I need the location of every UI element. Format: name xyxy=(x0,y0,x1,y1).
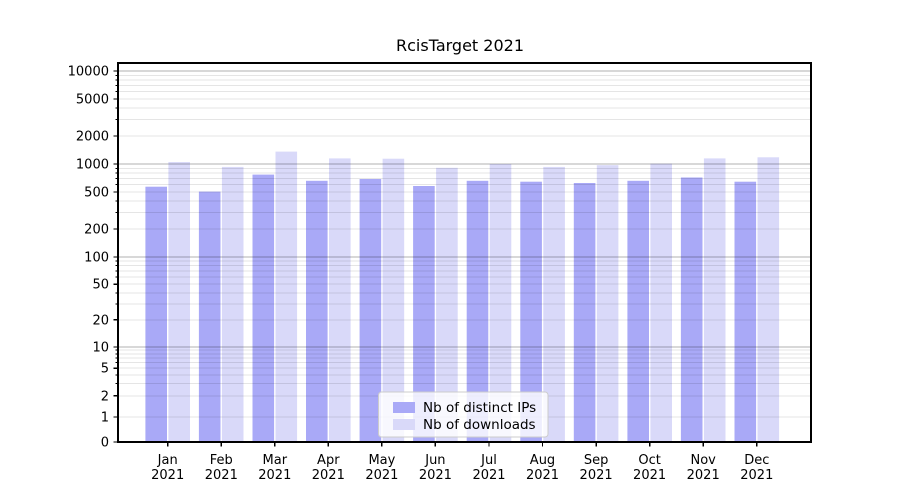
x-tick-label-year: 2021 xyxy=(312,468,345,483)
bar-chart-svg: 012510205010020050010002000500010000Jan2… xyxy=(0,0,900,500)
y-tick-label: 200 xyxy=(84,223,109,238)
x-tick-label-month: Oct xyxy=(638,453,660,468)
y-tick-label: 1000 xyxy=(76,158,109,173)
x-tick-label-year: 2021 xyxy=(633,468,666,483)
bar-downloads xyxy=(650,164,672,442)
y-tick-label: 50 xyxy=(92,278,109,293)
x-tick-label-year: 2021 xyxy=(419,468,452,483)
legend: Nb of distinct IPsNb of downloads xyxy=(379,392,549,437)
x-tick-label-month: Nov xyxy=(691,453,717,468)
x-tick-label-month: Mar xyxy=(263,453,288,468)
bar-downloads xyxy=(597,165,619,442)
x-tick-label-year: 2021 xyxy=(740,468,773,483)
x-tick-label-month: Jun xyxy=(424,453,445,468)
x-tick-label-month: Sep xyxy=(584,453,609,468)
bar-distinct-ips xyxy=(253,175,275,442)
x-tick-label-month: Dec xyxy=(744,453,769,468)
x-tick-label-month: May xyxy=(368,453,395,468)
y-tick-label: 2 xyxy=(101,389,109,404)
x-tick-label-month: Apr xyxy=(317,453,340,468)
y-tick-label: 5 xyxy=(101,362,109,377)
y-tick-label: 5000 xyxy=(76,93,109,108)
bar-distinct-ips xyxy=(627,181,649,442)
x-tick-label-year: 2021 xyxy=(258,468,291,483)
y-tick-label: 10000 xyxy=(68,65,109,80)
x-tick-label-year: 2021 xyxy=(580,468,613,483)
y-tick-label: 500 xyxy=(84,186,109,201)
chart-figure: 012510205010020050010002000500010000Jan2… xyxy=(0,0,900,500)
bar-distinct-ips xyxy=(681,178,703,443)
x-tick-label-year: 2021 xyxy=(205,468,238,483)
x-tick-label-year: 2021 xyxy=(687,468,720,483)
x-tick-label-month: Jan xyxy=(157,453,178,468)
x-tick-label-year: 2021 xyxy=(472,468,505,483)
x-tick-label-year: 2021 xyxy=(151,468,184,483)
y-tick-label: 0 xyxy=(101,436,109,451)
bar-distinct-ips xyxy=(306,181,328,442)
y-tick-label: 1 xyxy=(101,411,109,426)
bar-downloads xyxy=(758,157,780,442)
y-tick-label: 20 xyxy=(92,313,109,328)
y-tick-label: 10 xyxy=(92,341,109,356)
legend-label: Nb of downloads xyxy=(423,417,536,433)
bar-distinct-ips xyxy=(145,187,167,442)
legend-label: Nb of distinct IPs xyxy=(423,400,536,416)
y-tick-label: 100 xyxy=(84,251,109,266)
legend-swatch-downloads xyxy=(393,419,415,430)
bar-downloads xyxy=(168,162,190,442)
x-tick-label-month: Feb xyxy=(210,453,233,468)
x-tick-label-year: 2021 xyxy=(365,468,398,483)
bar-distinct-ips xyxy=(574,183,596,442)
bar-downloads xyxy=(276,152,298,442)
bar-distinct-ips xyxy=(360,179,382,442)
x-tick-label-month: Jul xyxy=(480,453,497,468)
x-tick-label-year: 2021 xyxy=(526,468,559,483)
bar-distinct-ips xyxy=(735,182,757,442)
chart-title: RcisTarget 2021 xyxy=(396,36,524,55)
y-tick-label: 2000 xyxy=(76,130,109,145)
x-tick-label-month: Aug xyxy=(530,453,555,468)
legend-swatch-distinct-ips xyxy=(393,402,415,413)
